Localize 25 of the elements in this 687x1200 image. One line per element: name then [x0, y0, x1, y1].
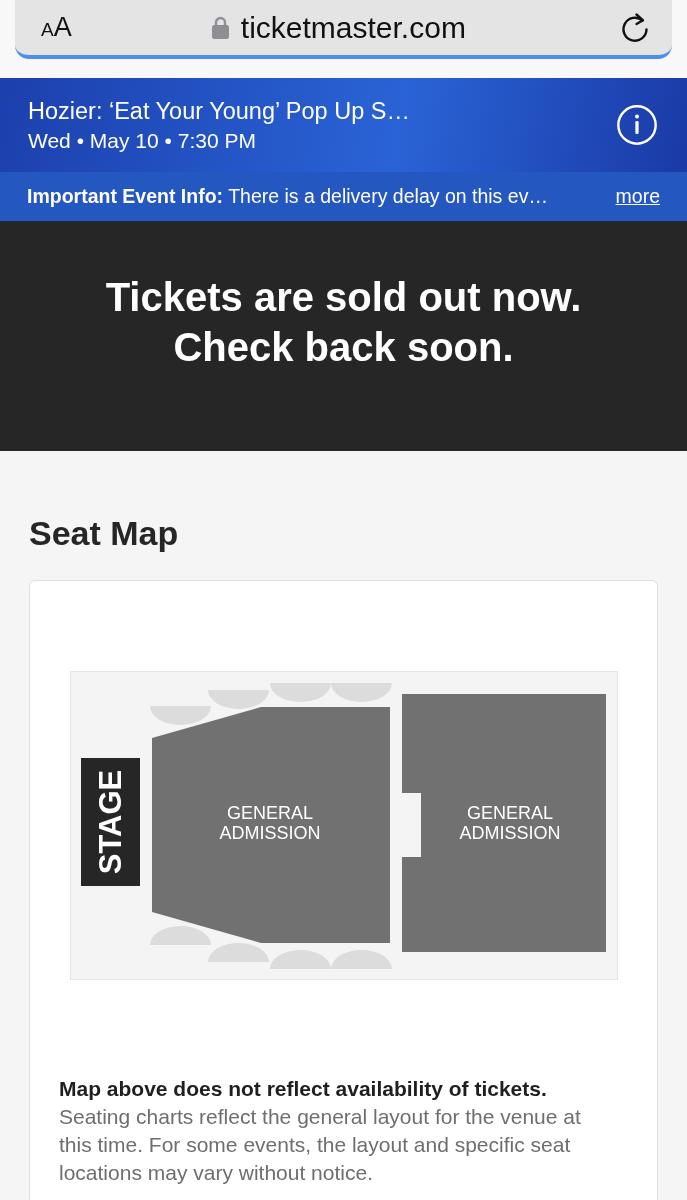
seating-area — [150, 706, 211, 725]
section-label: GENERAL ADMISSION — [459, 803, 561, 843]
seat-map-heading: Seat Map — [29, 513, 180, 553]
event-info-text: Important Event Info: There is a delivery delay on this ev… — [27, 185, 548, 208]
seating-area — [270, 683, 331, 702]
address-bar[interactable]: AA ticketmaster.com — [15, 0, 672, 59]
section-label: GENERAL ADMISSION — [219, 803, 321, 843]
sold-out-message: Tickets are sold out now. Check back soon. — [105, 274, 582, 371]
url-text: ticketmaster.com — [240, 10, 466, 45]
seating-area — [208, 690, 269, 709]
more-link[interactable]: more — [615, 185, 660, 208]
info-icon[interactable] — [617, 105, 657, 145]
event-title: Hozier: ‘Eat Your Young’ Pop Up S… — [28, 97, 410, 125]
seating-area — [150, 926, 211, 945]
seating-area — [270, 950, 331, 969]
seating-area — [331, 683, 392, 702]
seating-area — [208, 943, 269, 962]
stage-label: STAGE — [93, 769, 128, 875]
map-disclaimer-text: Seating charts reflect the general layout for the venue at this time. For some events, the layout and specific seat locations may vary without notice. — [59, 1104, 582, 1186]
map-disclaimer-title: Map above does not reflect availability of tickets. — [59, 1076, 548, 1102]
text-size-button[interactable]: AA — [41, 14, 72, 41]
event-date: Wed • May 10 • 7:30 PM — [28, 127, 257, 153]
lock-icon — [211, 16, 229, 39]
reload-icon[interactable] — [620, 12, 650, 43]
seating-area — [331, 950, 392, 969]
